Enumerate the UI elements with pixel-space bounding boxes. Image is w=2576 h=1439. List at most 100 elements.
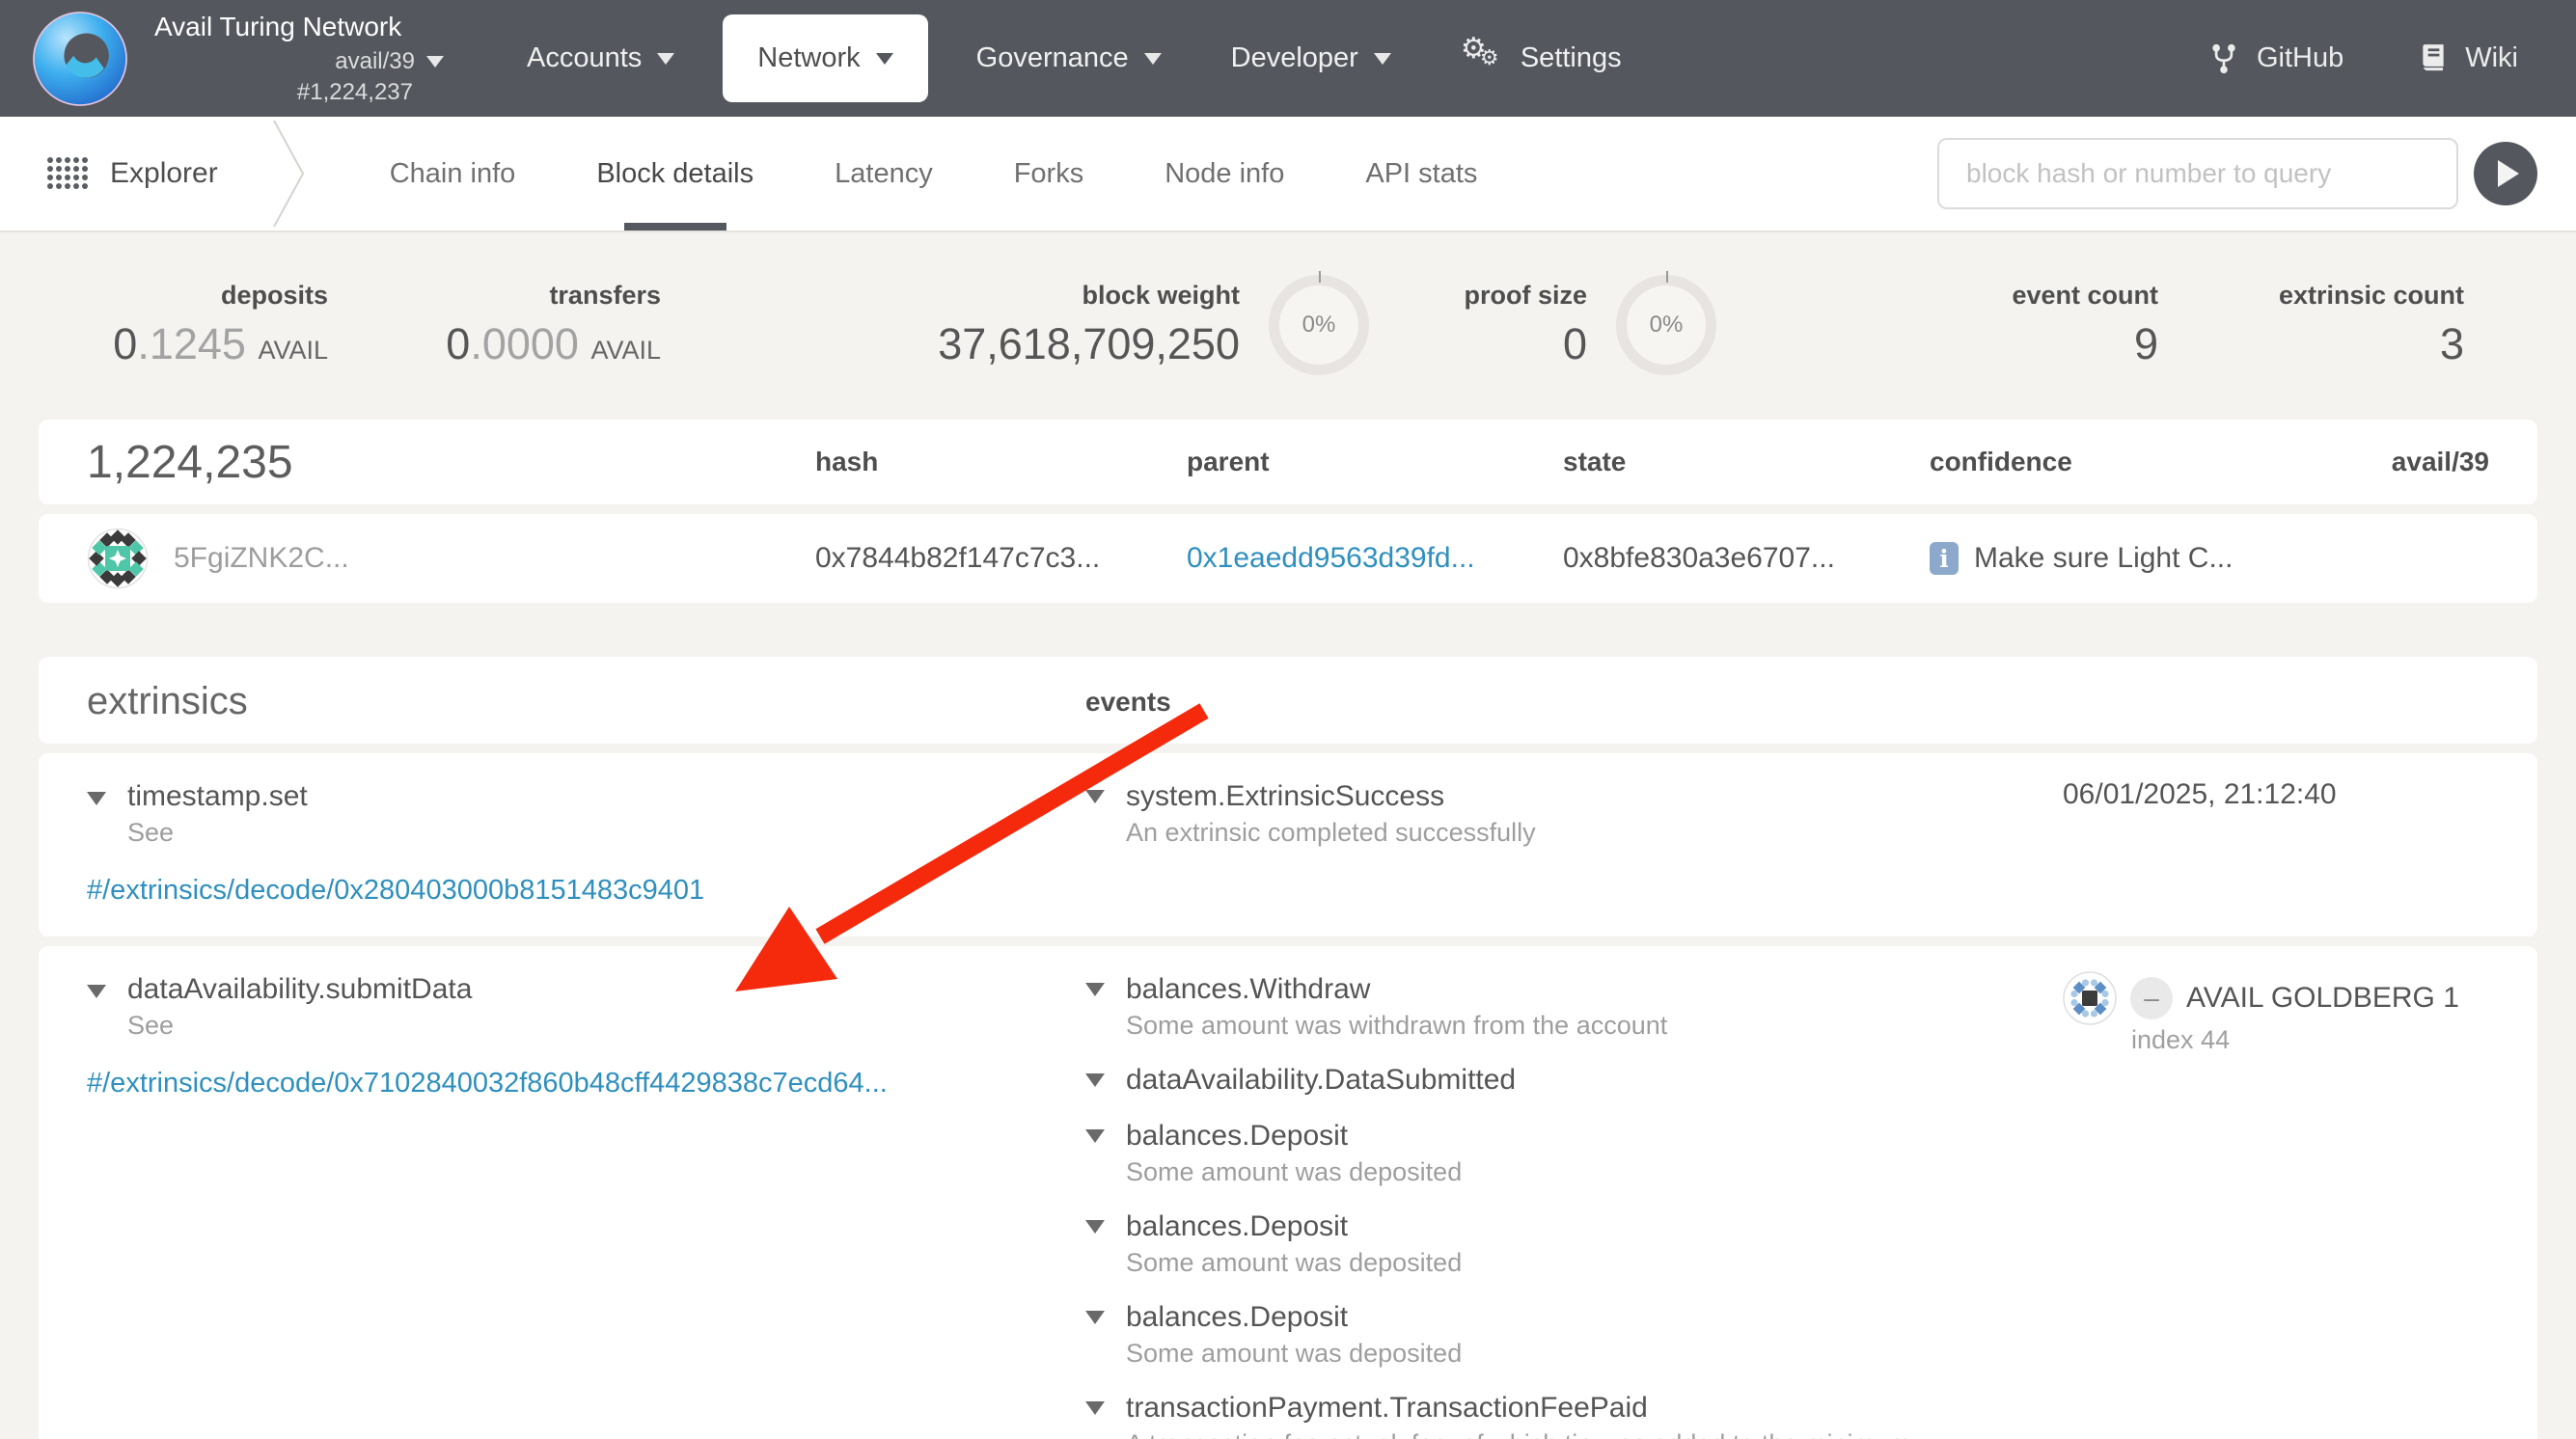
event-name: dataAvailability.DataSubmitted — [1126, 1062, 1516, 1099]
row-meta: – AVAIL GOLDBERG 1 index 44 — [2007, 971, 2489, 1055]
expand-caret-icon[interactable] — [1085, 1129, 1105, 1143]
extrinsic-decode-link[interactable]: #/extrinsics/decode/0x280403000b8151483c… — [87, 873, 1085, 908]
event-name: system.ExtrinsicSuccess — [1126, 778, 1536, 815]
tab-api-stats[interactable]: API stats — [1325, 117, 1518, 231]
tab-label: API stats — [1365, 158, 1477, 190]
minus-badge-icon: – — [2130, 977, 2173, 1019]
event-name: balances.Deposit — [1126, 1118, 1462, 1154]
extrinsic-row-timestamp-set: timestamp.set See #/extrinsics/decode/0x… — [39, 753, 2537, 937]
block-table-header: 1,224,235 hash parent state confidence a… — [39, 420, 2537, 504]
stat-value: 0 — [1563, 315, 1587, 373]
nav-settings[interactable]: ⚙⚙ Settings — [1426, 0, 1657, 117]
nav-network[interactable]: Network — [723, 14, 927, 102]
extrinsics-section-header: extrinsics events — [39, 657, 2537, 744]
event-description: Some amount was deposited — [1126, 1336, 1462, 1371]
stat-value: 0.1245 AVAIL — [113, 315, 328, 379]
account-identicon — [2063, 971, 2117, 1025]
stat-event-count: event count 9 — [1716, 275, 2158, 373]
event-description: An extrinsic completed successfully — [1126, 815, 1536, 850]
gauge-tick — [1319, 271, 1321, 283]
extrinsic-cell: timestamp.set See #/extrinsics/decode/0x… — [87, 778, 1085, 908]
tab-latency[interactable]: Latency — [794, 117, 973, 231]
expand-caret-icon[interactable] — [1085, 1220, 1105, 1234]
github-label: GitHub — [2257, 42, 2343, 74]
book-icon — [2417, 41, 2450, 76]
stat-label: extrinsic count — [2279, 275, 2464, 315]
top-bar: Avail Turing Network avail/39 #1,224,237… — [0, 0, 2576, 117]
event-name: balances.Deposit — [1126, 1208, 1462, 1245]
event-description: A transaction fee actual_fee, of which t… — [1126, 1426, 1932, 1439]
tab-label: Latency — [835, 158, 933, 190]
stat-label: event count — [2012, 275, 2158, 315]
block-explorer-page: Avail Turing Network avail/39 #1,224,237… — [0, 0, 2576, 1439]
extrinsic-method: timestamp.set — [127, 778, 308, 815]
nav-network-label: Network — [757, 42, 860, 74]
stat-deposits: deposits 0.1245 AVAIL — [0, 275, 328, 379]
expand-caret-icon[interactable] — [1085, 1401, 1105, 1415]
expand-caret-icon[interactable] — [1085, 1073, 1105, 1087]
block-query-input[interactable] — [1937, 138, 2458, 209]
event-description: Some amount was deposited — [1126, 1245, 1462, 1280]
nav-developer[interactable]: Developer — [1196, 0, 1426, 117]
stat-value: 9 — [2134, 315, 2158, 373]
stat-value: 0.0000 AVAIL — [446, 315, 661, 379]
expand-caret-icon[interactable] — [87, 792, 106, 805]
info-icon: i — [1930, 542, 1959, 575]
expand-caret-icon[interactable] — [87, 985, 106, 998]
tab-node-info[interactable]: Node info — [1124, 117, 1325, 231]
events-title: events — [1085, 687, 2007, 718]
event-item: dataAvailability.DataSubmitted — [1085, 1062, 2007, 1099]
avail-logo-icon[interactable] — [29, 8, 131, 110]
github-link[interactable]: GitHub — [2206, 41, 2343, 76]
best-block-number: #1,224,237 — [154, 78, 413, 107]
wiki-label: Wiki — [2465, 42, 2518, 74]
event-description: Some amount was deposited — [1126, 1154, 1462, 1189]
event-item: balances.Deposit Some amount was deposit… — [1085, 1208, 2007, 1280]
event-name: balances.Deposit — [1126, 1299, 1462, 1336]
block-hash-value: 0x7844b82f147c7c3... — [815, 542, 1187, 575]
event-item: balances.Withdraw Some amount was withdr… — [1085, 971, 2007, 1043]
event-name: transactionPayment.TransactionFeePaid — [1126, 1390, 1932, 1426]
event-item: transactionPayment.TransactionFeePaid A … — [1085, 1390, 2007, 1439]
state-root-value: 0x8bfe830a3e6707... — [1563, 542, 1930, 575]
extrinsic-decode-link[interactable]: #/extrinsics/decode/0x7102840032f860b48c… — [87, 1066, 1085, 1100]
nav-governance[interactable]: Governance — [942, 0, 1196, 117]
nav-accounts[interactable]: Accounts — [492, 0, 709, 117]
brand-block: Avail Turing Network avail/39 #1,224,237 — [154, 10, 444, 107]
tab-forks[interactable]: Forks — [973, 117, 1125, 231]
section-explorer[interactable]: Explorer — [46, 156, 218, 191]
expand-caret-icon[interactable] — [1085, 1311, 1105, 1324]
chevron-down-icon — [1144, 53, 1162, 65]
chevron-down-icon — [426, 56, 444, 68]
nav-governance-label: Governance — [976, 42, 1129, 74]
gauge-percent: 0% — [1302, 312, 1336, 339]
parent-hash-link[interactable]: 0x1eaedd9563d39fd... — [1187, 542, 1475, 574]
extrinsic-cell: dataAvailability.submitData See #/extrin… — [87, 971, 1085, 1100]
stat-block-weight: block weight 37,618,709,250 — [661, 275, 1240, 373]
chain-spec-selector[interactable]: avail/39 — [154, 47, 444, 76]
extrinsic-method: dataAvailability.submitData — [127, 971, 472, 1008]
query-submit-button[interactable] — [2474, 142, 2537, 205]
block-number: 1,224,235 — [87, 436, 815, 489]
stat-label: proof size — [1464, 275, 1587, 315]
dots-grid-icon — [46, 156, 89, 191]
extrinsic-see: See — [127, 1008, 472, 1043]
signer-account[interactable]: – AVAIL GOLDBERG 1 — [2063, 971, 2489, 1025]
column-confidence: confidence — [1930, 447, 2335, 477]
main-nav: Accounts Network Governance Developer ⚙⚙… — [492, 0, 1657, 117]
block-author[interactable]: 5FgiZNK2C... — [87, 528, 815, 589]
tab-block-details[interactable]: Block details — [556, 117, 794, 231]
signer-index: index 44 — [2131, 1025, 2489, 1055]
events-cell: balances.Withdraw Some amount was withdr… — [1085, 971, 2007, 1439]
tab-chain-info[interactable]: Chain info — [349, 117, 557, 231]
gauge-percent: 0% — [1650, 312, 1684, 339]
chain-spec-label: avail/39 — [335, 47, 415, 76]
extrinsics-title: extrinsics — [87, 680, 1085, 723]
confidence-message: Make sure Light C... — [1974, 542, 2233, 575]
expand-caret-icon[interactable] — [1085, 983, 1105, 996]
external-links: GitHub Wiki — [2206, 41, 2518, 76]
confidence-cell: i Make sure Light C... — [1930, 542, 2335, 575]
wiki-link[interactable]: Wiki — [2417, 41, 2518, 76]
expand-caret-icon[interactable] — [1085, 790, 1105, 803]
block-author-address: 5FgiZNK2C... — [174, 542, 349, 575]
